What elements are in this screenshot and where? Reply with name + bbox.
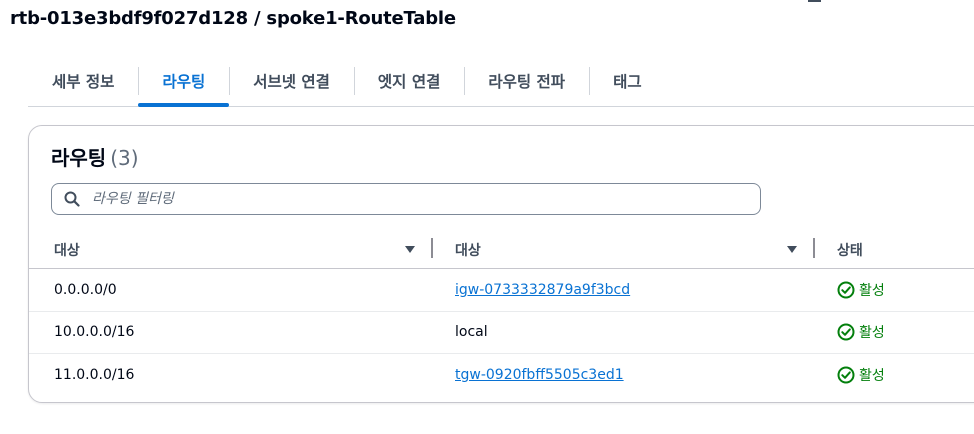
tab-tags[interactable]: 태그 bbox=[589, 61, 666, 101]
routes-heading: 라우팅 (3) bbox=[51, 142, 139, 171]
tab-details[interactable]: 세부 정보 bbox=[28, 61, 138, 101]
route-status-label: 활성 bbox=[859, 325, 885, 341]
column-resizer[interactable] bbox=[431, 238, 433, 258]
route-status: 활성 bbox=[837, 365, 885, 385]
routes-title: 라우팅 bbox=[51, 146, 107, 170]
tab-routes[interactable]: 라우팅 bbox=[138, 61, 230, 107]
tab-edge-associations[interactable]: 엣지 연결 bbox=[353, 61, 464, 101]
route-target-link[interactable]: igw-0733332879a9f3bcd bbox=[455, 282, 630, 298]
column-header-destination[interactable]: 대상 bbox=[54, 240, 80, 260]
table-header: 대상 대상 상태 bbox=[29, 230, 974, 269]
check-circle-icon bbox=[837, 366, 855, 384]
sort-down-icon[interactable] bbox=[405, 246, 415, 253]
route-status: 활성 bbox=[837, 280, 885, 300]
route-target-link[interactable]: tgw-0920fbff5505c3ed1 bbox=[455, 367, 624, 383]
tab-bar: 세부 정보 라우팅 서브넷 연결 엣지 연결 라우팅 전파 태그 bbox=[28, 60, 974, 107]
tab-subnet-associations[interactable]: 서브넷 연결 bbox=[229, 61, 354, 101]
route-destination: 0.0.0.0/0 bbox=[54, 282, 117, 298]
route-status-label: 활성 bbox=[859, 368, 885, 384]
routes-panel: 라우팅(3) 대상 대상 상태 0.0.0.0/0 igw-0733332879… bbox=[28, 125, 974, 403]
route-status: 활성 bbox=[837, 322, 885, 342]
route-target: local bbox=[455, 324, 488, 340]
sort-down-icon[interactable] bbox=[787, 246, 797, 253]
table-row: 0.0.0.0/0 igw-0733332879a9f3bcd 활성 bbox=[29, 269, 974, 312]
table-row: 10.0.0.0/16 local 활성 bbox=[29, 311, 974, 354]
route-destination: 10.0.0.0/16 bbox=[54, 324, 135, 340]
check-circle-icon bbox=[837, 323, 855, 341]
table-row: 11.0.0.0/16 tgw-0920fbff5505c3ed1 활성 bbox=[29, 354, 974, 396]
check-circle-icon bbox=[837, 281, 855, 299]
tab-route-propagation[interactable]: 라우팅 전파 bbox=[464, 61, 589, 101]
routes-count: (3) bbox=[110, 146, 139, 170]
route-status-label: 활성 bbox=[859, 283, 885, 299]
route-filter-input[interactable] bbox=[90, 190, 734, 208]
column-header-target[interactable]: 대상 bbox=[455, 240, 481, 260]
route-filter[interactable] bbox=[51, 183, 761, 215]
window-control-icon[interactable] bbox=[808, 0, 821, 2]
column-resizer[interactable] bbox=[813, 238, 815, 258]
page-title: rtb-013e3bdf9f027d128 / spoke1-RouteTabl… bbox=[10, 8, 456, 29]
search-icon bbox=[64, 191, 80, 207]
route-destination: 11.0.0.0/16 bbox=[54, 367, 135, 383]
column-header-status[interactable]: 상태 bbox=[837, 240, 863, 260]
